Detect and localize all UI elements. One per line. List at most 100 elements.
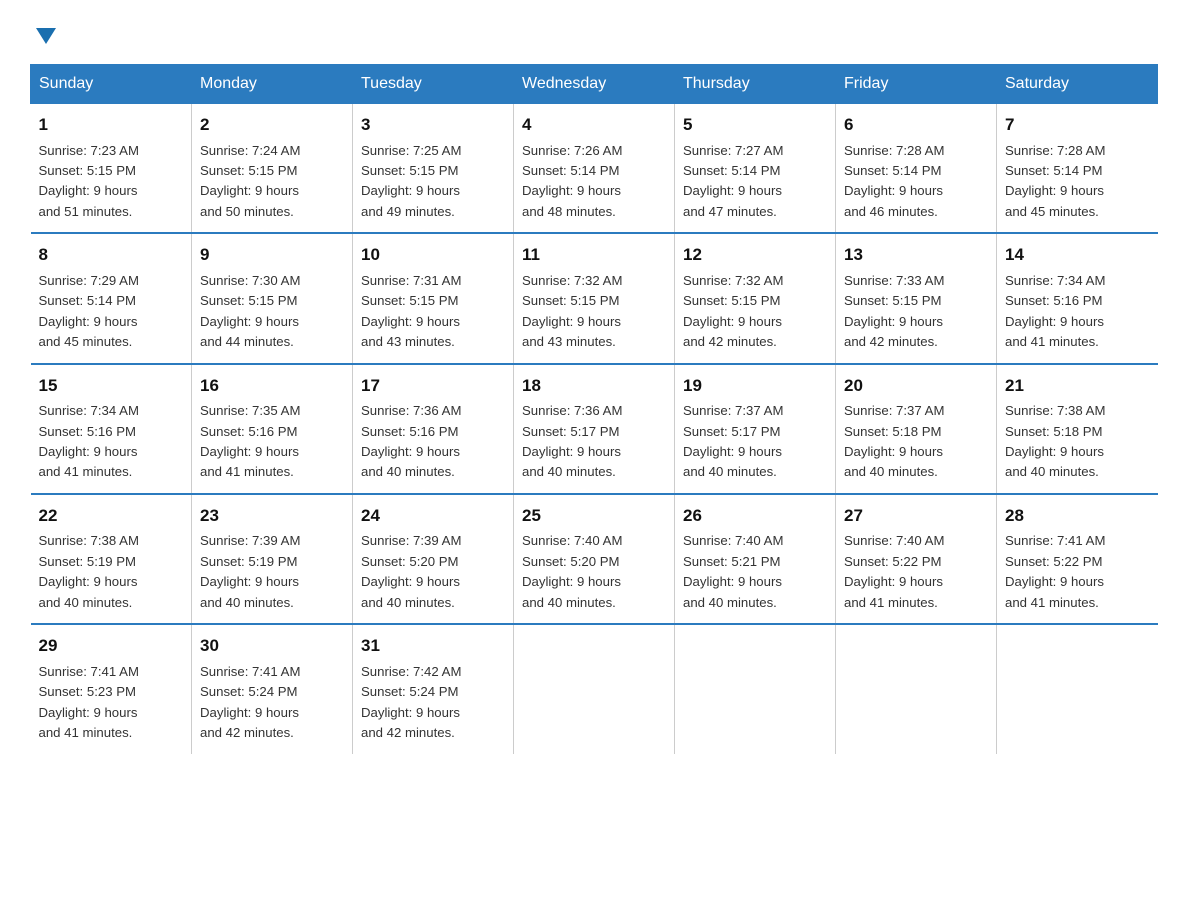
day-number: 21 — [1005, 373, 1150, 399]
day-info: Sunrise: 7:30 AMSunset: 5:15 PMDaylight:… — [200, 273, 300, 349]
calendar-cell: 16Sunrise: 7:35 AMSunset: 5:16 PMDayligh… — [192, 364, 353, 494]
day-info: Sunrise: 7:40 AMSunset: 5:22 PMDaylight:… — [844, 533, 944, 609]
calendar-cell: 20 Sunrise: 7:37 AMSunset: 5:18 PMDayligh… — [836, 364, 997, 494]
day-info: Sunrise: 7:37 AMSunset: 5:18 PMDaylight:… — [844, 403, 944, 479]
day-info: Sunrise: 7:40 AMSunset: 5:20 PMDaylight:… — [522, 533, 622, 609]
day-number: 1 — [39, 112, 184, 138]
day-number: 22 — [39, 503, 184, 529]
logo-blue — [30, 28, 56, 46]
calendar-cell: 7Sunrise: 7:28 AMSunset: 5:14 PMDaylight… — [997, 104, 1158, 234]
day-number: 17 — [361, 373, 505, 399]
day-info: Sunrise: 7:23 AMSunset: 5:15 PMDaylight:… — [39, 143, 139, 219]
header-monday: Monday — [192, 65, 353, 104]
day-info: Sunrise: 7:42 AMSunset: 5:24 PMDaylight:… — [361, 664, 461, 740]
day-info: Sunrise: 7:38 AMSunset: 5:19 PMDaylight:… — [39, 533, 139, 609]
day-number: 19 — [683, 373, 827, 399]
calendar-cell: 22 Sunrise: 7:38 AMSunset: 5:19 PMDayligh… — [31, 494, 192, 624]
day-info: Sunrise: 7:33 AMSunset: 5:15 PMDaylight:… — [844, 273, 944, 349]
calendar-cell: 21 Sunrise: 7:38 AMSunset: 5:18 PMDayligh… — [997, 364, 1158, 494]
calendar-cell: 2Sunrise: 7:24 AMSunset: 5:15 PMDaylight… — [192, 104, 353, 234]
day-number: 27 — [844, 503, 988, 529]
week-row-2: 8 Sunrise: 7:29 AMSunset: 5:14 PMDaylight… — [31, 233, 1158, 363]
day-info: Sunrise: 7:24 AMSunset: 5:15 PMDaylight:… — [200, 143, 300, 219]
day-number: 23 — [200, 503, 344, 529]
calendar-cell — [675, 624, 836, 753]
header-tuesday: Tuesday — [353, 65, 514, 104]
day-number: 12 — [683, 242, 827, 268]
calendar-cell: 28Sunrise: 7:41 AMSunset: 5:22 PMDayligh… — [997, 494, 1158, 624]
calendar-cell: 26 Sunrise: 7:40 AMSunset: 5:21 PMDayligh… — [675, 494, 836, 624]
calendar-cell: 9Sunrise: 7:30 AMSunset: 5:15 PMDaylight… — [192, 233, 353, 363]
day-info: Sunrise: 7:39 AMSunset: 5:20 PMDaylight:… — [361, 533, 461, 609]
calendar-cell: 10 Sunrise: 7:31 AMSunset: 5:15 PMDayligh… — [353, 233, 514, 363]
header-thursday: Thursday — [675, 65, 836, 104]
day-info: Sunrise: 7:39 AMSunset: 5:19 PMDaylight:… — [200, 533, 300, 609]
day-number: 29 — [39, 633, 184, 659]
day-number: 13 — [844, 242, 988, 268]
calendar-cell: 4Sunrise: 7:26 AMSunset: 5:14 PMDaylight… — [514, 104, 675, 234]
day-info: Sunrise: 7:31 AMSunset: 5:15 PMDaylight:… — [361, 273, 461, 349]
calendar-cell: 14Sunrise: 7:34 AMSunset: 5:16 PMDayligh… — [997, 233, 1158, 363]
day-info: Sunrise: 7:37 AMSunset: 5:17 PMDaylight:… — [683, 403, 783, 479]
calendar-table: SundayMondayTuesdayWednesdayThursdayFrid… — [30, 64, 1158, 754]
day-info: Sunrise: 7:29 AMSunset: 5:14 PMDaylight:… — [39, 273, 139, 349]
day-number: 28 — [1005, 503, 1150, 529]
day-info: Sunrise: 7:32 AMSunset: 5:15 PMDaylight:… — [522, 273, 622, 349]
calendar-cell: 31Sunrise: 7:42 AMSunset: 5:24 PMDayligh… — [353, 624, 514, 753]
header-friday: Friday — [836, 65, 997, 104]
day-number: 6 — [844, 112, 988, 138]
calendar-cell: 23 Sunrise: 7:39 AMSunset: 5:19 PMDayligh… — [192, 494, 353, 624]
day-number: 8 — [39, 242, 184, 268]
day-number: 30 — [200, 633, 344, 659]
day-number: 10 — [361, 242, 505, 268]
week-row-1: 1 Sunrise: 7:23 AMSunset: 5:15 PMDaylight… — [31, 104, 1158, 234]
day-number: 15 — [39, 373, 184, 399]
calendar-cell — [514, 624, 675, 753]
day-info: Sunrise: 7:25 AMSunset: 5:15 PMDaylight:… — [361, 143, 461, 219]
day-info: Sunrise: 7:41 AMSunset: 5:23 PMDaylight:… — [39, 664, 139, 740]
day-number: 24 — [361, 503, 505, 529]
header-wednesday: Wednesday — [514, 65, 675, 104]
calendar-cell: 25Sunrise: 7:40 AMSunset: 5:20 PMDayligh… — [514, 494, 675, 624]
week-row-4: 22 Sunrise: 7:38 AMSunset: 5:19 PMDayligh… — [31, 494, 1158, 624]
day-number: 5 — [683, 112, 827, 138]
day-info: Sunrise: 7:26 AMSunset: 5:14 PMDaylight:… — [522, 143, 622, 219]
calendar-cell: 11 Sunrise: 7:32 AMSunset: 5:15 PMDayligh… — [514, 233, 675, 363]
calendar-cell: 29 Sunrise: 7:41 AMSunset: 5:23 PMDayligh… — [31, 624, 192, 753]
day-info: Sunrise: 7:27 AMSunset: 5:14 PMDaylight:… — [683, 143, 783, 219]
day-number: 20 — [844, 373, 988, 399]
day-number: 26 — [683, 503, 827, 529]
day-number: 11 — [522, 242, 666, 268]
day-info: Sunrise: 7:28 AMSunset: 5:14 PMDaylight:… — [844, 143, 944, 219]
calendar-cell: 8 Sunrise: 7:29 AMSunset: 5:14 PMDaylight… — [31, 233, 192, 363]
calendar-cell — [997, 624, 1158, 753]
logo-triangle-icon — [36, 28, 56, 44]
calendar-cell — [836, 624, 997, 753]
day-info: Sunrise: 7:41 AMSunset: 5:24 PMDaylight:… — [200, 664, 300, 740]
calendar-cell: 27 Sunrise: 7:40 AMSunset: 5:22 PMDayligh… — [836, 494, 997, 624]
calendar-cell: 30 Sunrise: 7:41 AMSunset: 5:24 PMDayligh… — [192, 624, 353, 753]
logo — [30, 20, 56, 46]
calendar-cell: 1 Sunrise: 7:23 AMSunset: 5:15 PMDaylight… — [31, 104, 192, 234]
day-info: Sunrise: 7:38 AMSunset: 5:18 PMDaylight:… — [1005, 403, 1105, 479]
day-info: Sunrise: 7:36 AMSunset: 5:17 PMDaylight:… — [522, 403, 622, 479]
week-row-3: 15 Sunrise: 7:34 AMSunset: 5:16 PMDayligh… — [31, 364, 1158, 494]
day-number: 18 — [522, 373, 666, 399]
calendar-cell: 13 Sunrise: 7:33 AMSunset: 5:15 PMDayligh… — [836, 233, 997, 363]
day-number: 3 — [361, 112, 505, 138]
calendar-cell: 3 Sunrise: 7:25 AMSunset: 5:15 PMDaylight… — [353, 104, 514, 234]
day-info: Sunrise: 7:36 AMSunset: 5:16 PMDaylight:… — [361, 403, 461, 479]
day-info: Sunrise: 7:32 AMSunset: 5:15 PMDaylight:… — [683, 273, 783, 349]
calendar-header: SundayMondayTuesdayWednesdayThursdayFrid… — [31, 65, 1158, 104]
calendar-cell: 18 Sunrise: 7:36 AMSunset: 5:17 PMDayligh… — [514, 364, 675, 494]
calendar-cell: 12 Sunrise: 7:32 AMSunset: 5:15 PMDayligh… — [675, 233, 836, 363]
calendar-cell: 5 Sunrise: 7:27 AMSunset: 5:14 PMDaylight… — [675, 104, 836, 234]
day-info: Sunrise: 7:28 AMSunset: 5:14 PMDaylight:… — [1005, 143, 1105, 219]
calendar-cell: 24 Sunrise: 7:39 AMSunset: 5:20 PMDayligh… — [353, 494, 514, 624]
day-number: 14 — [1005, 242, 1150, 268]
header-saturday: Saturday — [997, 65, 1158, 104]
day-info: Sunrise: 7:40 AMSunset: 5:21 PMDaylight:… — [683, 533, 783, 609]
day-number: 16 — [200, 373, 344, 399]
day-info: Sunrise: 7:34 AMSunset: 5:16 PMDaylight:… — [39, 403, 139, 479]
calendar-cell: 19 Sunrise: 7:37 AMSunset: 5:17 PMDayligh… — [675, 364, 836, 494]
